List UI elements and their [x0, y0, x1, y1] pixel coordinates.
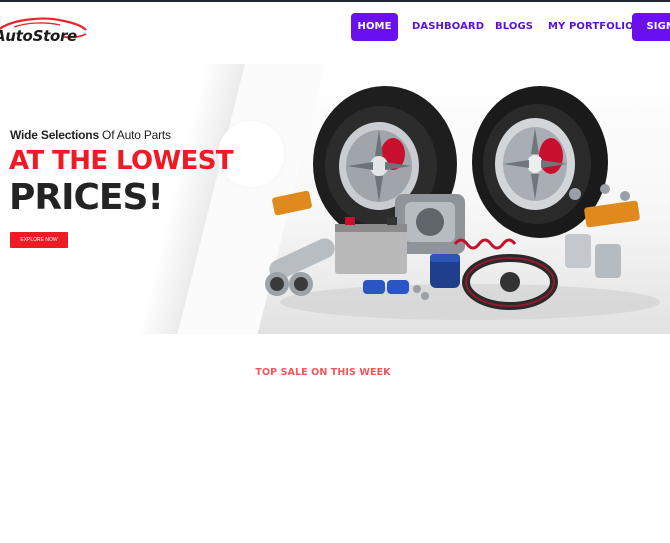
hero-banner: Wide Selections Of Auto Parts AT THE LOW…	[0, 64, 670, 334]
nav-home[interactable]: HOME	[351, 13, 398, 41]
nav-dashboard[interactable]: DASHBOARD	[412, 13, 484, 41]
brand-logo[interactable]: AutoStore	[0, 14, 94, 48]
section-title-top-sale: TOP SALE ON THIS WEEK	[255, 366, 391, 378]
hero-headline-prices: PRICES!	[9, 177, 164, 218]
brand-name: AutoStore	[0, 27, 77, 45]
navbar: AutoStore HOME DASHBOARD BLOGS MY PORTFO…	[0, 2, 670, 54]
hero-headline: AT THE LOWEST	[9, 146, 234, 176]
auto-parts-image	[265, 86, 660, 320]
explore-now-button[interactable]: EXPLORE NOW	[10, 232, 68, 248]
hero-subtitle: Wide Selections Of Auto Parts	[10, 128, 171, 142]
nav-blogs[interactable]: BLOGS	[495, 13, 533, 41]
sign-in-button[interactable]: SIGN O	[632, 13, 670, 41]
nav-my-portfolio[interactable]: MY PORTFOLIO	[548, 13, 634, 41]
